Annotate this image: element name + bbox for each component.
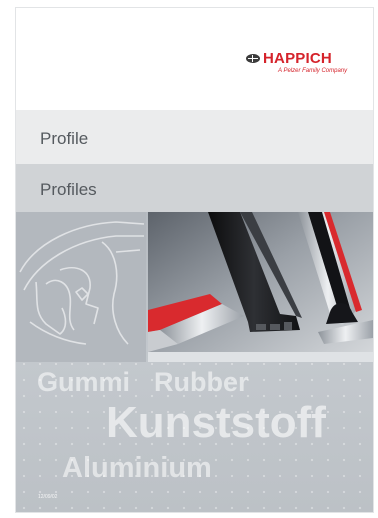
- happich-logo-icon: [246, 54, 260, 63]
- title-english: Profiles: [40, 180, 97, 199]
- brand-name: HAPPICH: [263, 50, 332, 67]
- profiles-product-photo: [148, 212, 373, 362]
- material-word-kunststoff: Kunststoff: [106, 398, 326, 447]
- logo-area: HAPPICH A Pelzer Family Company: [16, 8, 373, 110]
- brand-tagline: A Pelzer Family Company: [278, 68, 348, 74]
- materials-panel: Gummi Rubber Kunststoff Aluminium 12/09/…: [16, 212, 373, 512]
- title-german: Profile: [40, 129, 89, 148]
- material-word-rubber: Rubber: [154, 367, 249, 397]
- brochure-cover: HAPPICH A Pelzer Family Company Profile …: [16, 8, 373, 512]
- material-word-aluminium: Aluminium: [62, 452, 212, 484]
- material-word-gummi: Gummi: [37, 367, 131, 397]
- title-band-german: Profile: [16, 110, 373, 164]
- title-band-english: Profiles: [16, 164, 373, 212]
- document-code: 12/09/02: [38, 494, 58, 500]
- profile-sketch-illustration: [16, 212, 146, 362]
